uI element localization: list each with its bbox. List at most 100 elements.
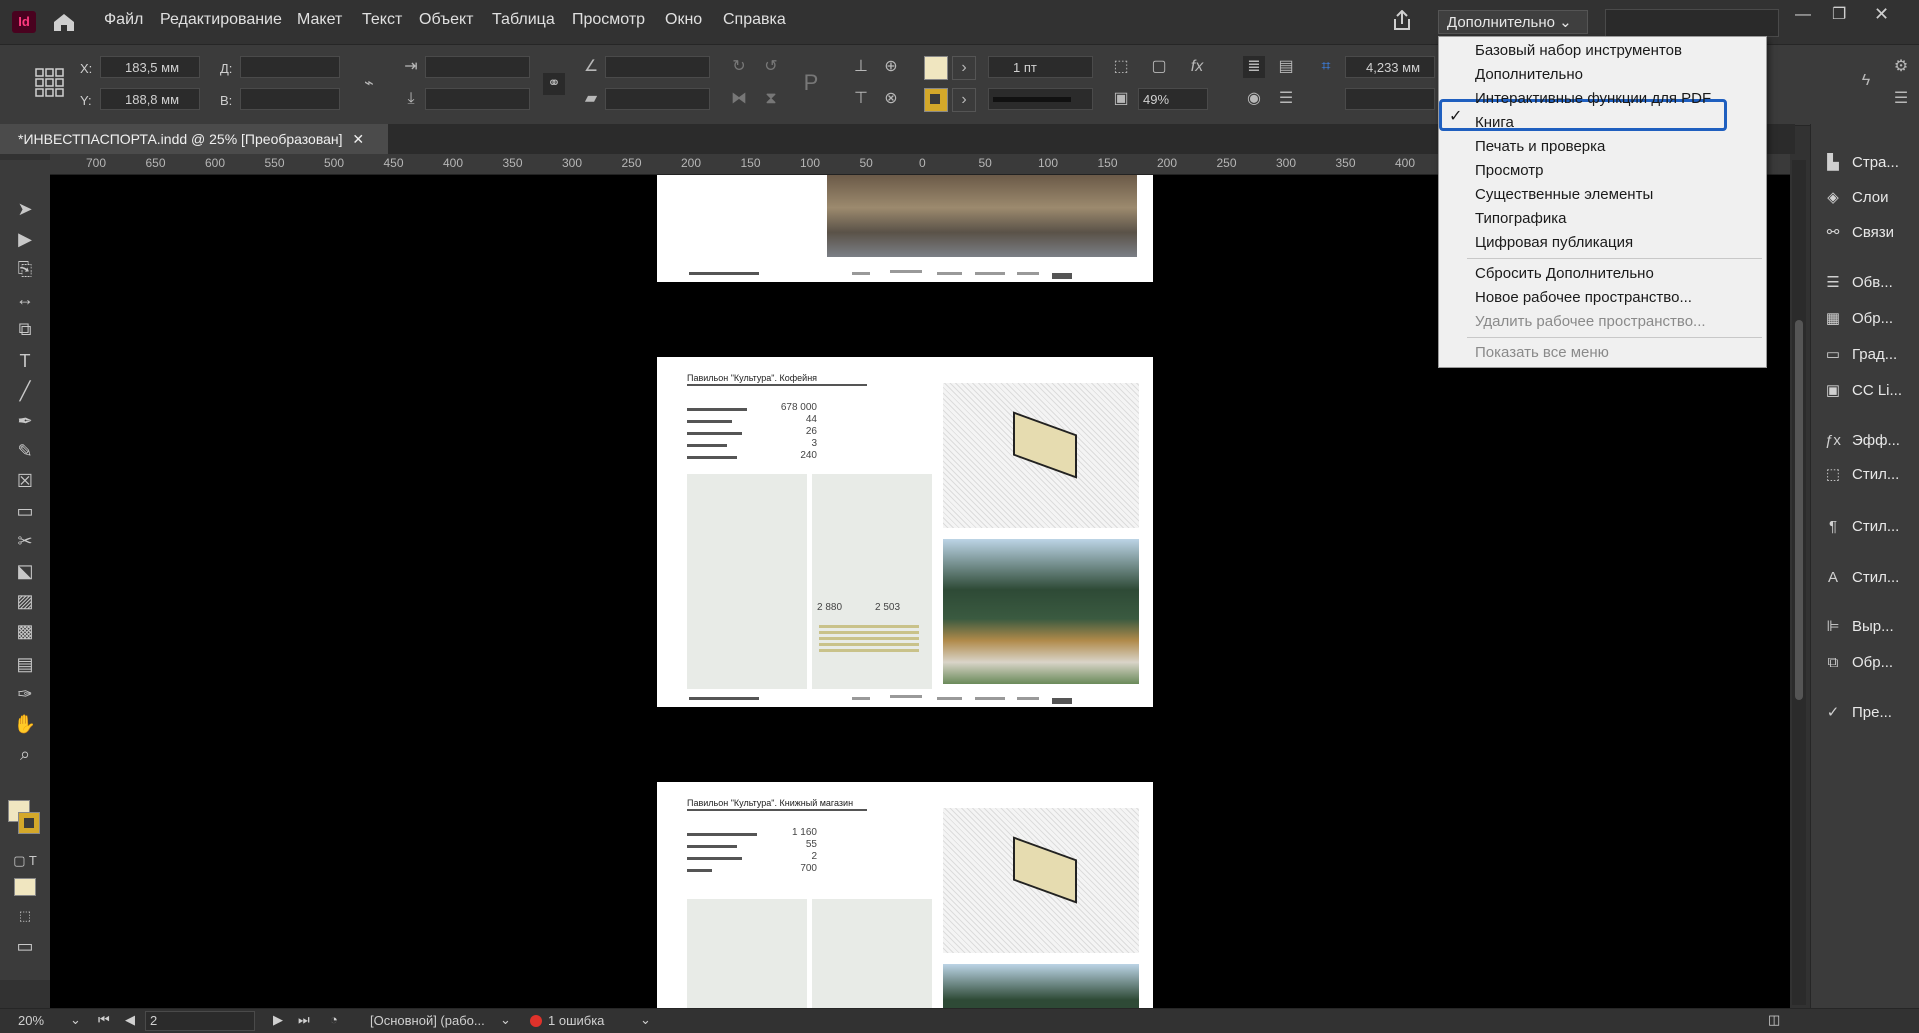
menu-layout[interactable]: Макет <box>297 11 342 29</box>
menu-item-basic[interactable]: Базовый набор инструментов <box>1475 39 1682 63</box>
menu-object[interactable]: Объект <box>419 11 473 29</box>
fill-swatch[interactable] <box>924 56 948 80</box>
line-tool-icon[interactable]: ╱ <box>12 380 38 402</box>
panel-pathfinder[interactable]: ⧉ Обр... <box>1822 650 1893 676</box>
panel-pages[interactable]: ▙ Стра... <box>1822 150 1899 176</box>
select-next-icon[interactable]: ⊗ <box>880 88 902 110</box>
rotate-ccw-icon[interactable]: ↺ <box>760 56 782 78</box>
reference-point-icon[interactable] <box>34 67 66 99</box>
search-input[interactable] <box>1605 9 1779 37</box>
menu-item-new-workspace[interactable]: Новое рабочее пространство... <box>1475 286 1692 310</box>
link-icon[interactable]: ⚭ <box>543 73 565 95</box>
scale-y-field[interactable] <box>425 88 530 110</box>
rectangle-tool-icon[interactable]: ▭ <box>12 500 38 522</box>
page-number-field[interactable]: 2 <box>145 1011 255 1031</box>
menu-item-typography[interactable]: Типографика <box>1475 207 1566 231</box>
rotate-icon[interactable]: ∠ <box>580 56 602 78</box>
panel-align[interactable]: ⊫ Выр... <box>1822 614 1893 640</box>
split-view-icon[interactable]: ◫ <box>1768 1012 1780 1028</box>
vertical-scrollbar[interactable] <box>1792 160 1806 1005</box>
stroke-swatch[interactable] <box>924 88 948 112</box>
zoom-dropdown-icon[interactable]: ⌄ <box>70 1012 81 1028</box>
menu-text[interactable]: Текст <box>362 11 402 29</box>
align-icon[interactable]: ☰ <box>1275 88 1297 110</box>
prev-page-icon[interactable]: ◀ <box>125 1012 135 1028</box>
preflight-dropdown-icon[interactable]: ⌄ <box>640 1012 651 1028</box>
text-wrap-icon[interactable]: ≣ <box>1243 56 1265 78</box>
lightning-icon[interactable]: ϟ <box>1855 70 1877 92</box>
menu-item-book[interactable]: Книга <box>1475 111 1514 135</box>
content-collector-icon[interactable]: ⧉ <box>12 318 38 340</box>
settings-icon[interactable]: ⚙ <box>1890 56 1912 78</box>
gutter-second-field[interactable] <box>1345 88 1435 110</box>
formatting-affects-container-icon[interactable]: ▢ T <box>12 850 38 872</box>
document-tab[interactable]: *ИНВЕСТПАСПОРТА.indd @ 25% [Преобразован… <box>0 124 388 154</box>
gutter-field[interactable]: 4,233 мм <box>1345 56 1435 78</box>
page-3[interactable]: Павильон "Культура". Книжный магазин 1 1… <box>657 782 1153 1008</box>
selection-tool-icon[interactable]: ➤ <box>12 198 38 220</box>
y-field[interactable]: 188,8 мм <box>100 88 200 110</box>
scale-x-icon[interactable]: ⇥ <box>400 56 422 78</box>
zoom-select[interactable]: 20% <box>18 1013 44 1028</box>
type-tool-icon[interactable]: T <box>12 350 38 372</box>
first-page-icon[interactable]: ⏮ <box>98 1012 110 1028</box>
flip-h-icon[interactable]: ⧓ <box>728 88 750 110</box>
master-page-select[interactable]: [Основной] (рабо... <box>370 1013 485 1028</box>
fill-arrow-icon[interactable]: › <box>952 56 976 80</box>
gradient-tool-icon[interactable]: ▨ <box>12 590 38 612</box>
menu-item-reset[interactable]: Сбросить Дополнительно <box>1475 262 1654 286</box>
note-tool-icon[interactable]: ▤ <box>12 653 38 675</box>
close-tab-icon[interactable]: ✕ <box>352 131 364 147</box>
corner-icon[interactable]: ▢ <box>1148 56 1170 78</box>
panel-layers[interactable]: ◈ Слои <box>1822 185 1888 211</box>
opacity-field[interactable]: 49% <box>1138 88 1208 110</box>
panel-effects[interactable]: ƒx Эфф... <box>1822 428 1900 454</box>
pencil-tool-icon[interactable]: ✎ <box>12 440 38 462</box>
gap-tool-icon[interactable]: ↔ <box>12 288 38 310</box>
opacity-icon[interactable]: ▣ <box>1110 88 1132 110</box>
select-container-icon[interactable]: ⊥ <box>850 56 872 78</box>
menu-help[interactable]: Справка <box>723 11 786 29</box>
flip-v-icon[interactable]: ⧗ <box>760 88 782 110</box>
menu-item-advanced[interactable]: Дополнительно <box>1475 63 1583 87</box>
menu-item-printing[interactable]: Печать и проверка <box>1475 135 1605 159</box>
last-page-icon[interactable]: ⏭ <box>298 1012 310 1028</box>
menu-item-review[interactable]: Просмотр <box>1475 159 1544 183</box>
panel-cc-libraries[interactable]: ▣ CC Li... <box>1822 378 1902 404</box>
menu-window[interactable]: Окно <box>665 11 702 29</box>
menu-file[interactable]: Файл <box>104 11 143 29</box>
text-wrap-bbox-icon[interactable]: ▤ <box>1275 56 1297 78</box>
hand-tool-icon[interactable]: ✋ <box>12 713 38 735</box>
minimize-icon[interactable]: — <box>1795 6 1811 24</box>
shear-icon[interactable]: ▰ <box>580 88 602 110</box>
page-1[interactable] <box>657 175 1153 282</box>
select-content-icon[interactable]: ⊕ <box>880 56 902 78</box>
menu-table[interactable]: Таблица <box>492 11 555 29</box>
shear-field[interactable] <box>605 88 710 110</box>
panel-preflight[interactable]: ✓ Пре... <box>1822 700 1892 726</box>
panel-links[interactable]: ⚯ Связи <box>1822 220 1894 246</box>
apply-color-icon[interactable] <box>14 878 36 896</box>
stroke-type-select[interactable] <box>988 88 1093 110</box>
x-field[interactable]: 183,5 мм <box>100 56 200 78</box>
rectangle-frame-tool-icon[interactable]: ☒ <box>12 470 38 492</box>
panel-stroke[interactable]: ☰ Обв... <box>1822 270 1892 296</box>
share-icon[interactable] <box>1391 10 1413 32</box>
eyedropper-tool-icon[interactable]: ✑ <box>12 683 38 705</box>
zoom-tool-icon[interactable]: ⌕ <box>12 743 38 765</box>
page-tool-icon[interactable]: ⎘ <box>12 258 38 280</box>
stroke-color-icon[interactable] <box>18 812 40 834</box>
width-field[interactable] <box>240 56 340 78</box>
scale-y-icon[interactable]: ⤓ <box>400 88 422 110</box>
pen-tool-icon[interactable]: ✒ <box>12 410 38 432</box>
gap-tool-icon[interactable]: ⌗ <box>1315 56 1337 78</box>
auto-fit-icon[interactable]: ◉ <box>1243 88 1265 110</box>
panel-paragraph-styles[interactable]: ¶ Стил... <box>1822 514 1899 540</box>
fx-icon[interactable]: fx <box>1186 56 1208 78</box>
screen-mode-icon[interactable]: ▭ <box>12 935 38 957</box>
panel-menu-icon[interactable]: ☰ <box>1890 88 1912 110</box>
height-field[interactable] <box>240 88 340 110</box>
scale-x-field[interactable] <box>425 56 530 78</box>
close-window-icon[interactable]: ✕ <box>1874 4 1889 25</box>
workspace-switcher[interactable]: Дополнительно ⌄ <box>1438 10 1588 34</box>
